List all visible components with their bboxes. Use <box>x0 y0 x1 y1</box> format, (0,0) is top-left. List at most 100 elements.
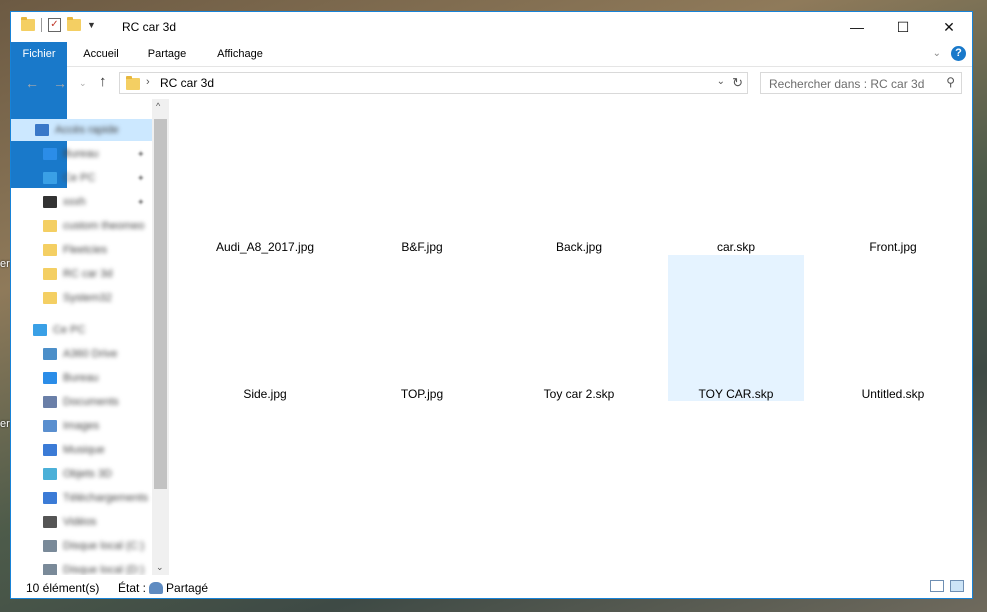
address-dropdown-icon[interactable]: ⌄ <box>717 76 725 87</box>
window-title: RC car 3d <box>122 20 177 34</box>
refresh-icon[interactable]: ↻ <box>732 75 743 91</box>
separator <box>41 18 42 32</box>
sidebar-item[interactable]: Objets 3D <box>11 463 169 485</box>
scroll-up-icon[interactable]: ^ <box>156 101 160 111</box>
sidebar-item-label: Disque local (C:) <box>63 540 145 552</box>
view-switcher <box>930 580 964 592</box>
breadcrumb[interactable]: RC car 3d <box>160 76 214 90</box>
folder-icon <box>43 292 57 304</box>
sidebar-item[interactable]: xxxh ✦ <box>11 191 169 213</box>
folder-icon <box>21 17 35 31</box>
folder-icon <box>43 220 57 232</box>
navigation-pane: Accès rapide Bureau ✦ Ce PC ✦ xxxh ✦ custom the… <box>11 99 169 575</box>
computer-icon <box>33 324 47 336</box>
forward-arrow-icon[interactable]: → <box>53 75 67 91</box>
sidebar-item[interactable]: System32 <box>11 287 169 309</box>
file-item[interactable]: Front.jpg <box>825 108 961 254</box>
search-box[interactable]: ⚲ <box>760 72 962 94</box>
sidebar-item[interactable]: Bureau ✦ <box>11 143 169 165</box>
desktop-label: er <box>0 418 10 430</box>
address-bar[interactable]: › RC car 3d ⌄ ↻ <box>119 72 748 94</box>
file-item[interactable]: TOY CAR.skp <box>668 255 804 401</box>
file-name: B&F.jpg <box>401 240 443 254</box>
file-item[interactable]: Side.jpg <box>197 255 333 401</box>
tab-partage[interactable]: Partage <box>139 42 195 66</box>
sidebar-item[interactable]: Téléchargements <box>11 487 169 509</box>
maximize-button[interactable]: ☐ <box>880 12 926 42</box>
file-name: TOY CAR.skp <box>698 387 774 401</box>
sidebar-item[interactable]: Disque local (C:) <box>11 535 169 557</box>
sidebar-item[interactable]: Disque local (D:) <box>11 559 169 575</box>
documents-icon <box>43 396 57 408</box>
sidebar-item-label: A360 Drive <box>63 348 118 360</box>
sidebar-item[interactable]: Fleetcies <box>11 239 169 261</box>
scroll-down-icon[interactable]: ⌄ <box>156 562 164 573</box>
images-icon <box>43 420 57 432</box>
folder-icon <box>126 76 140 90</box>
file-name: Audi_A8_2017.jpg <box>215 240 315 254</box>
close-button[interactable]: ✕ <box>926 12 972 42</box>
sidebar-item[interactable]: custom theomeo <box>11 215 169 237</box>
file-item[interactable]: Audi_A8_2017.jpg <box>197 108 333 254</box>
sidebar-item-label: Disque local (D:) <box>63 564 145 575</box>
up-arrow-icon[interactable]: ↑ <box>99 73 107 90</box>
desktop-icon <box>43 372 57 384</box>
file-name: Untitled.skp <box>861 387 925 401</box>
scroll-thumb[interactable] <box>154 119 167 489</box>
sidebar-item[interactable]: Images <box>11 415 169 437</box>
status-bar: 10 élément(s) État : Partagé <box>11 578 972 600</box>
large-icons-view-icon[interactable] <box>950 580 964 592</box>
quick-access-toolbar: ✓ ▼ <box>21 17 96 32</box>
details-view-icon[interactable] <box>930 580 944 592</box>
sidebar-item[interactable]: Bureau <box>11 367 169 389</box>
properties-icon[interactable]: ✓ <box>48 18 61 32</box>
tab-affichage[interactable]: Affichage <box>208 42 272 66</box>
cloud-drive-icon <box>43 348 57 360</box>
file-list: Audi_A8_2017.jpg B&F.jpg Back.jpg car.skp Fr… <box>169 99 972 575</box>
file-item[interactable]: Back.jpg <box>511 108 647 254</box>
recent-locations-icon[interactable]: ⌄ <box>79 78 87 89</box>
sidebar-item-label: Vidéos <box>63 516 97 528</box>
sidebar-item-label: Ce PC <box>63 172 96 184</box>
tab-accueil[interactable]: Accueil <box>73 42 129 66</box>
back-arrow-icon[interactable]: ← <box>25 75 39 91</box>
file-item[interactable]: TOP.jpg <box>354 255 490 401</box>
sidebar-item-label: Ce PC <box>53 324 86 336</box>
drive-icon <box>43 564 57 575</box>
help-icon[interactable]: ? <box>951 46 966 61</box>
folder-icon <box>43 244 57 256</box>
sidebar-item[interactable]: Documents <box>11 391 169 413</box>
file-item[interactable]: car.skp <box>668 108 804 254</box>
customize-toolbar-icon[interactable]: ▼ <box>87 20 96 30</box>
ribbon-tabs: Fichier Accueil Partage Affichage ⌄ ? <box>11 42 972 188</box>
drive-icon <box>43 540 57 552</box>
sidebar-item[interactable]: Ce PC ✦ <box>11 167 169 189</box>
search-icon[interactable]: ⚲ <box>946 75 955 89</box>
sidebar-item[interactable]: Vidéos <box>11 511 169 533</box>
sidebar-item[interactable]: Accès rapide <box>11 119 169 141</box>
title-bar: ✓ ▼ RC car 3d — ☐ ✕ <box>11 12 972 42</box>
shared-users-icon <box>149 582 164 594</box>
sidebar-item-label: Fleetcies <box>63 244 108 256</box>
file-item[interactable]: Untitled.skp <box>825 255 961 401</box>
new-folder-icon[interactable] <box>67 17 81 31</box>
explorer-window: ✓ ▼ RC car 3d — ☐ ✕ Fichier Accueil Part… <box>10 11 973 599</box>
sidebar-item-label: Accès rapide <box>55 124 119 136</box>
app-icon <box>43 196 57 208</box>
desktop-icon <box>43 148 57 160</box>
expand-ribbon-icon[interactable]: ⌄ <box>933 48 941 59</box>
sidebar-item[interactable]: A360 Drive <box>11 343 169 365</box>
sidebar-item[interactable]: Musique <box>11 439 169 461</box>
file-item[interactable]: B&F.jpg <box>354 108 490 254</box>
file-item[interactable]: Toy car 2.skp <box>511 255 647 401</box>
star-pin-icon <box>35 124 49 136</box>
search-input[interactable] <box>767 74 941 94</box>
sidebar-item[interactable]: RC car 3d <box>11 263 169 285</box>
breadcrumb-chevron-icon[interactable]: › <box>146 76 150 88</box>
computer-icon <box>43 172 57 184</box>
sidebar-item-label: Bureau <box>63 372 99 384</box>
sidebar-item-label: xxxh <box>63 196 86 208</box>
minimize-button[interactable]: — <box>834 12 880 42</box>
sidebar-item[interactable]: Ce PC <box>11 319 169 341</box>
nav-scrollbar[interactable]: ^ ⌄ <box>152 99 169 575</box>
